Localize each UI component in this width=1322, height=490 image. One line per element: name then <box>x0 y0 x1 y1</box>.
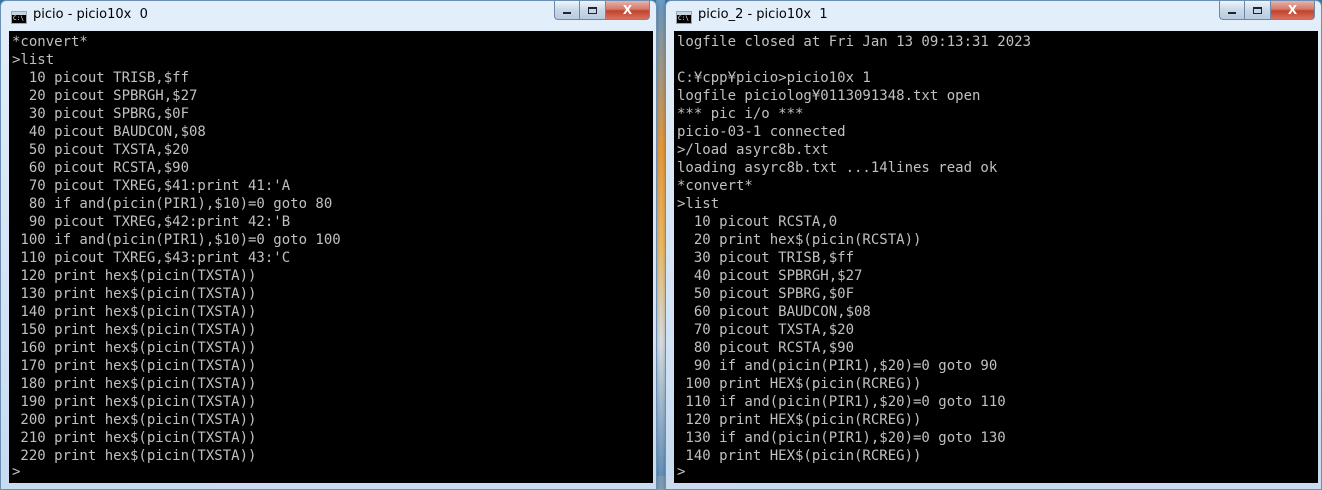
console-line: 110 picout TXREG,$43:print 43:'C <box>12 250 291 266</box>
console-line: *convert* <box>12 34 88 50</box>
console-lines: logfile closed at Fri Jan 13 09:13:31 20… <box>674 31 1318 465</box>
minimize-button[interactable] <box>1219 1 1245 20</box>
window-title: picio_2 - picio10x 1 <box>698 7 828 22</box>
console-line: 90 picout TXREG,$42:print 42:'B <box>12 214 291 230</box>
maximize-button[interactable] <box>1245 1 1271 20</box>
console-line: 110 if and(picin(PIR1),$20)=0 goto 110 <box>677 394 1006 410</box>
console-line: 210 print hex$(picin(TXSTA)) <box>12 430 257 446</box>
close-button[interactable]: X <box>1271 1 1315 20</box>
maximize-icon <box>1253 6 1262 14</box>
title-bar[interactable]: picio_2 - picio10x 1 X <box>666 1 1321 31</box>
console-line: picio-03-1 connected <box>677 124 846 140</box>
console-line: 40 picout SPBRGH,$27 <box>677 268 863 284</box>
console-app-icon[interactable] <box>11 11 27 24</box>
console-prompt[interactable]: > <box>12 463 20 481</box>
close-button[interactable]: X <box>606 1 650 20</box>
console-window-right[interactable]: picio_2 - picio10x 1 X logfile closed at… <box>665 0 1322 490</box>
close-icon: X <box>1287 3 1298 17</box>
window-controls: X <box>554 1 650 21</box>
console-line: 70 picout TXSTA,$20 <box>677 322 855 338</box>
console-line: 40 picout BAUDCON,$08 <box>12 124 206 140</box>
console-line: 100 if and(picin(PIR1),$10)=0 goto 100 <box>12 232 341 248</box>
maximize-button[interactable] <box>580 1 606 20</box>
console-line: 180 print hex$(picin(TXSTA)) <box>12 376 257 392</box>
console-line: 120 print hex$(picin(TXSTA)) <box>12 268 257 284</box>
console-line: 60 picout BAUDCON,$08 <box>677 304 871 320</box>
title-bar[interactable]: picio - picio10x 0 X <box>1 1 656 31</box>
console-line: >list <box>12 52 55 68</box>
console-line: 50 picout TXSTA,$20 <box>12 142 190 158</box>
console-line: 70 picout TXREG,$41:print 41:'A <box>12 178 291 194</box>
console-line: logfile closed at Fri Jan 13 09:13:31 20… <box>677 34 1032 50</box>
console-line: >/load asyrc8b.txt <box>677 142 829 158</box>
console-line: 190 print hex$(picin(TXSTA)) <box>12 394 257 410</box>
console-line: 20 picout SPBRGH,$27 <box>12 88 198 104</box>
console-line: 30 picout SPBRG,$0F <box>12 106 190 122</box>
console-lines: *convert* >list 10 picout TRISB,$ff 20 pi… <box>9 31 653 465</box>
console-line: *** pic i/o *** <box>677 106 804 122</box>
console-line: 140 print HEX$(picin(RCREG)) <box>677 448 922 464</box>
console-line: 50 picout SPBRG,$0F <box>677 286 855 302</box>
console-line: 100 print HEX$(picin(RCREG)) <box>677 376 922 392</box>
console-line: logfile piciolog¥0113091348.txt open <box>677 88 981 104</box>
console-line: C:¥cpp¥picio>picio10x 1 <box>677 70 871 86</box>
close-icon: X <box>622 3 633 17</box>
console-prompt[interactable]: > <box>677 463 685 481</box>
console-output[interactable]: logfile closed at Fri Jan 13 09:13:31 20… <box>674 31 1318 483</box>
console-line: 30 picout TRISB,$ff <box>677 250 855 266</box>
console-line: 10 picout TRISB,$ff <box>12 70 190 86</box>
window-title: picio - picio10x 0 <box>33 7 148 22</box>
console-line: 80 if and(picin(PIR1),$10)=0 goto 80 <box>12 196 333 212</box>
console-line: 20 print hex$(picin(RCSTA)) <box>677 232 922 248</box>
minimize-icon <box>1228 12 1236 14</box>
console-line: *convert* <box>677 178 753 194</box>
console-line: 120 print HEX$(picin(RCREG)) <box>677 412 922 428</box>
console-line: 10 picout RCSTA,0 <box>677 214 838 230</box>
console-line: 80 picout RCSTA,$90 <box>677 340 855 356</box>
console-window-left[interactable]: picio - picio10x 0 X *convert* >list 10 p… <box>0 0 657 490</box>
console-output[interactable]: *convert* >list 10 picout TRISB,$ff 20 pi… <box>9 31 653 483</box>
console-line: 160 print hex$(picin(TXSTA)) <box>12 340 257 356</box>
console-line: 200 print hex$(picin(TXSTA)) <box>12 412 257 428</box>
minimize-button[interactable] <box>554 1 580 20</box>
console-line: 170 print hex$(picin(TXSTA)) <box>12 358 257 374</box>
console-app-icon[interactable] <box>676 11 692 24</box>
console-line: loading asyrc8b.txt ...14lines read ok <box>677 160 998 176</box>
console-line: 220 print hex$(picin(TXSTA)) <box>12 448 257 464</box>
console-line: 90 if and(picin(PIR1),$20)=0 goto 90 <box>677 358 998 374</box>
desktop-background <box>656 0 665 490</box>
maximize-icon <box>588 6 597 14</box>
console-line: 130 print hex$(picin(TXSTA)) <box>12 286 257 302</box>
minimize-icon <box>563 12 571 14</box>
console-line: 150 print hex$(picin(TXSTA)) <box>12 322 257 338</box>
console-line: >list <box>677 196 720 212</box>
console-line: 60 picout RCSTA,$90 <box>12 160 190 176</box>
console-line: 130 if and(picin(PIR1),$20)=0 goto 130 <box>677 430 1006 446</box>
window-controls: X <box>1219 1 1315 21</box>
console-line: 140 print hex$(picin(TXSTA)) <box>12 304 257 320</box>
